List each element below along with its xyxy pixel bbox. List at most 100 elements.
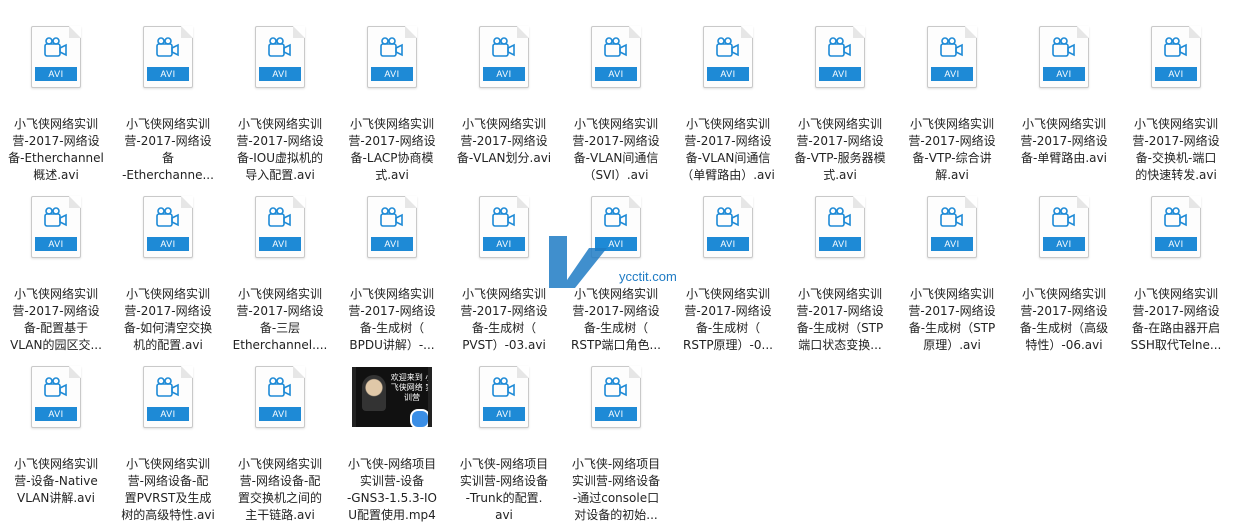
file-item[interactable]: AVI 小飞侠网络实训 营-2017-网络设 备-生成树（STP 原理）.avi <box>896 182 1008 352</box>
file-thumbnail[interactable]: AVI <box>16 352 96 442</box>
file-name[interactable]: 小飞侠网络实训 营-2017-网络设 备-生成树（ PVST）-03.avi <box>448 286 560 354</box>
file-name[interactable]: 小飞侠网络实训 营-2017-网络设 备-VLAN间通信 （SVI）.avi <box>560 116 672 184</box>
file-item[interactable]: AVI 小飞侠网络实训 营-2017-网络设 备-VTP-综合讲 解.avi <box>896 12 1008 182</box>
video-file-icon: AVI <box>703 26 753 88</box>
file-item[interactable]: AVI 小飞侠网络实训 营-2017-网络设 备-生成树（ PVST）-03.av… <box>448 182 560 352</box>
camera-icon <box>268 377 291 397</box>
file-item[interactable]: AVI 小飞侠网络实训 营-2017-网络设 备-VTP-服务器模 式.avi <box>784 12 896 182</box>
file-item[interactable]: 欢迎来到 小飞侠网络 实训营小飞侠-网络项目 实训营-设备 -GNS3-1.5.… <box>336 352 448 522</box>
file-name[interactable]: 小飞侠网络实训 营-2017-网络设 备-Etherchannel 概述.avi <box>0 116 112 184</box>
file-item[interactable]: AVI 小飞侠-网络项目 实训营-网络设备 -Trunk的配置. avi <box>448 352 560 522</box>
file-thumbnail[interactable]: AVI <box>240 352 320 442</box>
file-name[interactable]: 小飞侠-网络项目 实训营-网络设备 -Trunk的配置. avi <box>448 456 560 524</box>
video-file-icon: AVI <box>367 196 417 258</box>
file-thumbnail[interactable]: AVI <box>576 12 656 102</box>
file-item[interactable]: AVI 小飞侠网络实训 营-网络设备-配 置交换机之间的 主干链路.avi <box>224 352 336 522</box>
watermark-text: ycctit.com <box>619 269 677 284</box>
file-item[interactable]: AVI 小飞侠网络实训 营-2017-网络设 备-生成树（STP 端口状态变换..… <box>784 182 896 352</box>
file-thumbnail[interactable]: AVI <box>912 12 992 102</box>
thumbnail-caption: 欢迎来到 小飞侠网络 实训营 <box>390 373 432 402</box>
file-thumbnail[interactable]: AVI <box>352 12 432 102</box>
file-name[interactable]: 小飞侠网络实训 营-2017-网络设 备-交换机-端口 的快速转发.avi <box>1120 116 1232 184</box>
file-thumbnail[interactable]: AVI <box>688 182 768 272</box>
file-name[interactable]: 小飞侠网络实训 营-2017-网络设 备-生成树（ RSTP端口角色... <box>560 286 672 354</box>
file-thumbnail[interactable]: AVI <box>800 182 880 272</box>
file-thumbnail[interactable]: AVI <box>128 352 208 442</box>
file-type-badge: AVI <box>1043 67 1085 81</box>
file-name[interactable]: 小飞侠-网络项目 实训营-网络设备 -通过console口 对设备的初始... <box>560 456 672 524</box>
video-file-icon: AVI <box>31 366 81 428</box>
file-item[interactable]: AVI 小飞侠网络实训 营-2017-网络设 备-IOU虚拟机的 导入配置.avi <box>224 12 336 182</box>
video-file-icon: AVI <box>255 366 305 428</box>
file-thumbnail[interactable]: AVI <box>240 182 320 272</box>
file-type-badge: AVI <box>483 407 525 421</box>
file-name[interactable]: 小飞侠网络实训 营-2017-网络设 备 -Etherchanne... <box>112 116 224 184</box>
file-name[interactable]: 小飞侠网络实训 营-2017-网络设 备-生成树（高级 特性）-06.avi <box>1008 286 1120 354</box>
file-item[interactable]: AVI 小飞侠网络实训 营-2017-网络设 备-VLAN间通信 （单臂路由）.a… <box>672 12 784 182</box>
file-name[interactable]: 小飞侠网络实训 营-2017-网络设 备-配置基于 VLAN的园区交... <box>0 286 112 354</box>
file-name[interactable]: 小飞侠网络实训 营-2017-网络设 备-LACP协商模 式.avi <box>336 116 448 184</box>
file-item[interactable]: AVI 小飞侠网络实训 营-2017-网络设 备-交换机-端口 的快速转发.avi <box>1120 12 1232 182</box>
file-item[interactable]: AVI 小飞侠网络实训 营-2017-网络设 备 -Etherchanne... <box>112 12 224 182</box>
file-thumbnail[interactable]: AVI <box>128 12 208 102</box>
file-type-badge: AVI <box>931 67 973 81</box>
camera-icon <box>716 37 739 57</box>
file-thumbnail[interactable]: AVI <box>464 182 544 272</box>
file-name[interactable]: 小飞侠网络实训 营-2017-网络设 备-生成树（ RSTP原理）-0... <box>672 286 784 354</box>
file-item[interactable]: AVI 小飞侠网络实训 营-2017-网络设 备-如何清空交换 机的配置.avi <box>112 182 224 352</box>
file-name[interactable]: 小飞侠网络实训 营-2017-网络设 备-生成树（ BPDU讲解）-... <box>336 286 448 354</box>
file-name[interactable]: 小飞侠网络实训 营-2017-网络设 备-生成树（STP 端口状态变换... <box>784 286 896 354</box>
file-item[interactable]: AVI 小飞侠网络实训 营-2017-网络设 备-生成树（ BPDU讲解）-... <box>336 182 448 352</box>
file-item[interactable]: AVI 小飞侠网络实训 营-2017-网络设 备-配置基于 VLAN的园区交... <box>0 182 112 352</box>
file-name[interactable]: 小飞侠网络实训 营-网络设备-配 置PVRST及生成 树的高级特性.avi <box>112 456 224 524</box>
file-item[interactable]: AVI 小飞侠网络实训 营-2017-网络设 备-VLAN划分.avi <box>448 12 560 178</box>
file-name[interactable]: 小飞侠网络实训 营-2017-网络设 备-VLAN划分.avi <box>448 116 560 167</box>
file-name[interactable]: 小飞侠网络实训 营-2017-网络设 备-VTP-综合讲 解.avi <box>896 116 1008 184</box>
file-type-badge: AVI <box>371 67 413 81</box>
file-item[interactable]: AVI 小飞侠网络实训 营-2017-网络设 备-LACP协商模 式.avi <box>336 12 448 182</box>
file-item[interactable]: AVI 小飞侠网络实训 营-2017-网络设 备-三层 Etherchannel.… <box>224 182 336 352</box>
file-item[interactable]: AVI 小飞侠网络实训 营-网络设备-配 置PVRST及生成 树的高级特性.avi <box>112 352 224 522</box>
file-item[interactable]: AVI 小飞侠网络实训 营-设备-Native VLAN讲解.avi <box>0 352 112 518</box>
file-thumbnail[interactable]: AVI <box>576 352 656 442</box>
file-item[interactable]: AVI 小飞侠网络实训 营-2017-网络设 备-生成树（高级 特性）-06.av… <box>1008 182 1120 352</box>
file-name[interactable]: 小飞侠网络实训 营-2017-网络设 备-三层 Etherchannel.... <box>224 286 336 354</box>
file-thumbnail[interactable]: AVI <box>1136 12 1216 102</box>
camera-icon <box>1164 207 1187 227</box>
file-thumbnail[interactable]: AVI <box>1024 12 1104 102</box>
file-thumbnail[interactable]: 欢迎来到 小飞侠网络 实训营 <box>352 352 432 442</box>
file-name[interactable]: 小飞侠网络实训 营-2017-网络设 备-VLAN间通信 （单臂路由）.avi <box>672 116 784 184</box>
file-name[interactable]: 小飞侠网络实训 营-2017-网络设 备-VTP-服务器模 式.avi <box>784 116 896 184</box>
file-thumbnail[interactable]: AVI <box>464 352 544 442</box>
file-item[interactable]: AVI 小飞侠网络实训 营-2017-网络设 备-单臂路由.avi <box>1008 12 1120 178</box>
file-thumbnail[interactable]: AVI <box>1136 182 1216 272</box>
file-name[interactable]: 小飞侠网络实训 营-设备-Native VLAN讲解.avi <box>0 456 112 507</box>
file-item[interactable]: AVI 小飞侠网络实训 营-2017-网络设 备-在路由器开启 SSH取代Teln… <box>1120 182 1232 352</box>
file-item[interactable]: AVI 小飞侠-网络项目 实训营-网络设备 -通过console口 对设备的初始.… <box>560 352 672 522</box>
video-file-icon: AVI <box>703 196 753 258</box>
video-file-icon: AVI <box>479 196 529 258</box>
file-name[interactable]: 小飞侠网络实训 营-2017-网络设 备-如何清空交换 机的配置.avi <box>112 286 224 354</box>
file-thumbnail[interactable]: AVI <box>128 182 208 272</box>
file-thumbnail[interactable]: AVI <box>912 182 992 272</box>
file-name[interactable]: 小飞侠-网络项目 实训营-设备 -GNS3-1.5.3-IO U配置使用.mp4 <box>336 456 448 524</box>
video-file-icon: AVI <box>143 196 193 258</box>
file-thumbnail[interactable]: AVI <box>688 12 768 102</box>
file-name[interactable]: 小飞侠网络实训 营-2017-网络设 备-单臂路由.avi <box>1008 116 1120 167</box>
file-thumbnail[interactable]: AVI <box>240 12 320 102</box>
file-thumbnail[interactable]: AVI <box>800 12 880 102</box>
file-name[interactable]: 小飞侠网络实训 营-2017-网络设 备-生成树（STP 原理）.avi <box>896 286 1008 354</box>
file-thumbnail[interactable]: AVI <box>464 12 544 102</box>
file-name[interactable]: 小飞侠网络实训 营-2017-网络设 备-在路由器开启 SSH取代Telne..… <box>1120 286 1232 354</box>
camera-icon <box>380 207 403 227</box>
video-file-icon: AVI <box>143 366 193 428</box>
file-type-badge: AVI <box>707 67 749 81</box>
file-thumbnail[interactable]: AVI <box>1024 182 1104 272</box>
file-thumbnail[interactable]: AVI <box>16 182 96 272</box>
file-thumbnail[interactable]: AVI <box>16 12 96 102</box>
file-name[interactable]: 小飞侠网络实训 营-2017-网络设 备-IOU虚拟机的 导入配置.avi <box>224 116 336 184</box>
file-name[interactable]: 小飞侠网络实训 营-网络设备-配 置交换机之间的 主干链路.avi <box>224 456 336 524</box>
file-item[interactable]: AVI 小飞侠网络实训 营-2017-网络设 备-VLAN间通信 （SVI）.av… <box>560 12 672 182</box>
file-item[interactable]: AVI 小飞侠网络实训 营-2017-网络设 备-Etherchannel 概述.… <box>0 12 112 182</box>
file-thumbnail[interactable]: AVI <box>352 182 432 272</box>
